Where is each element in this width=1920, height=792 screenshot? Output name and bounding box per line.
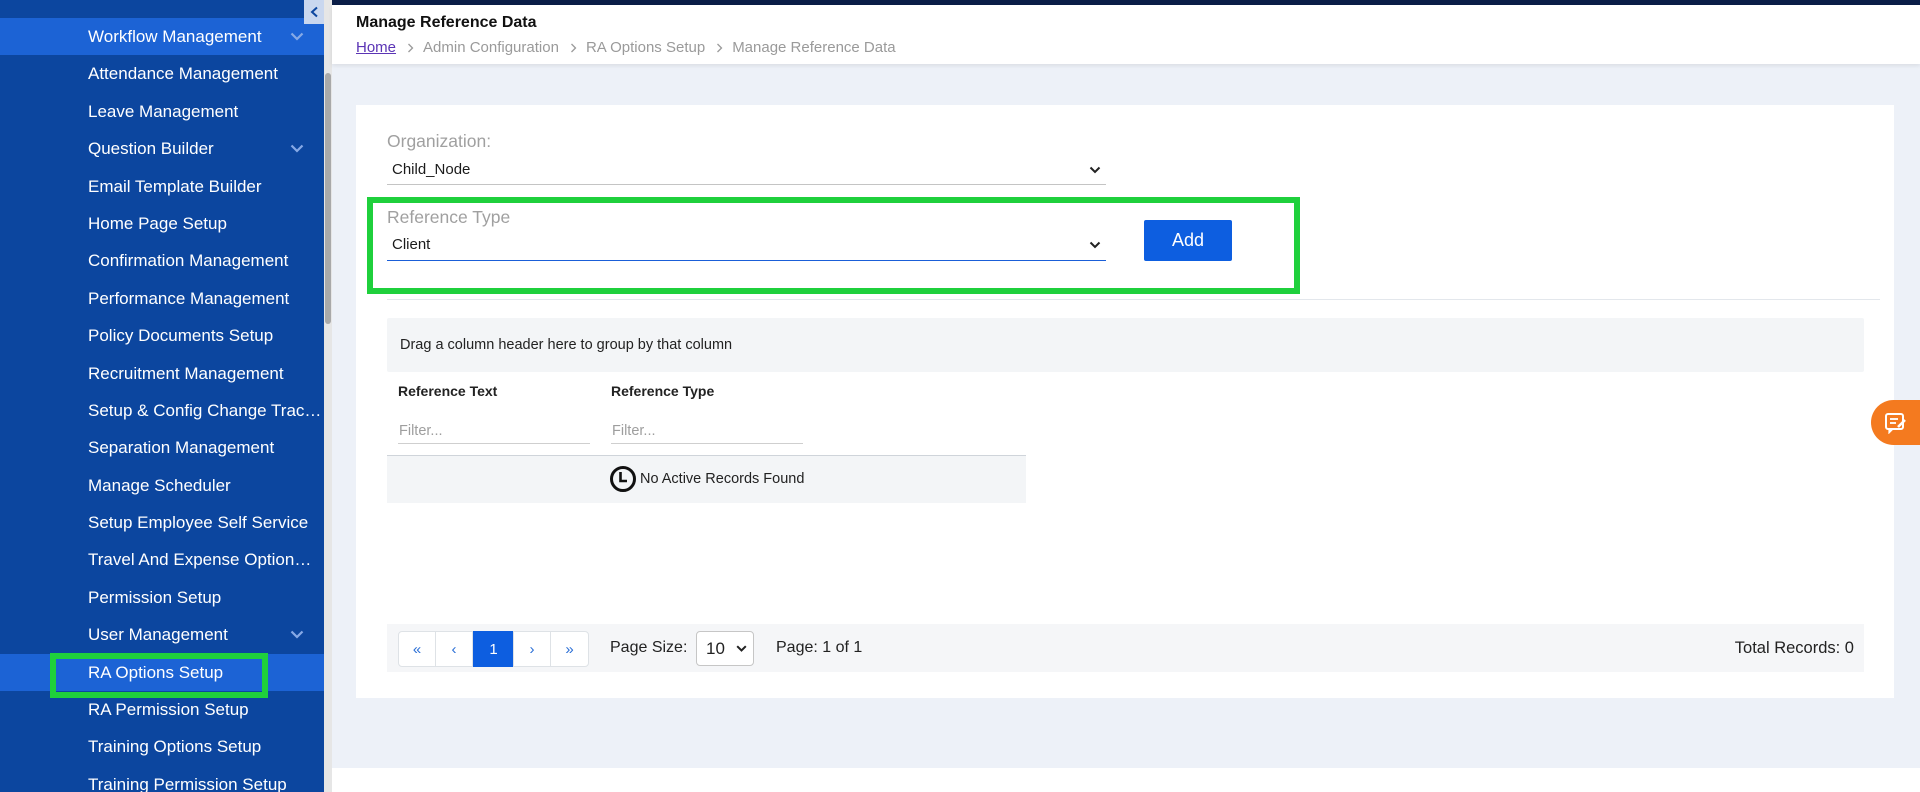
sidebar-item-setup-employee-self-service[interactable]: Setup Employee Self Service [0,504,324,541]
page-info: Page: 1 of 1 [776,639,863,656]
breadcrumb-current: Manage Reference Data [732,39,896,56]
feedback-button[interactable] [1871,400,1920,445]
pager-page-1-button[interactable]: 1 [473,631,514,667]
feedback-icon [1884,412,1906,434]
sidebar-item-travel-expense-options[interactable]: Travel And Expense Option… [0,541,324,578]
organization-label: Organization: [387,131,492,151]
chevron-right-icon [570,43,577,53]
reference-type-value: Client [392,236,431,253]
sidebar-item-ra-options-setup[interactable]: RA Options Setup [0,653,324,692]
sidebar-item-question-builder[interactable]: Question Builder [0,130,324,167]
chevron-down-icon [1089,241,1101,249]
chevron-right-icon [408,43,414,53]
sidebar-item-email-template-builder[interactable]: Email Template Builder [0,168,324,205]
no-records-text: No Active Records Found [640,471,805,487]
sidebar-item-label: Permission Setup [88,587,222,607]
sidebar-item-label: Performance Management [88,288,290,308]
no-records-row: No Active Records Found [387,456,1026,503]
chevron-down-icon [736,645,747,652]
sidebar-collapse-button[interactable] [304,0,324,24]
sidebar-item-ra-permission-setup[interactable]: RA Permission Setup [0,691,324,728]
filter-reference-type-input[interactable] [611,418,803,444]
organization-value: Child_Node [392,161,471,178]
sidebar-item-label: Confirmation Management [88,251,289,271]
chevron-left-icon [310,6,318,18]
sidebar-item-label: Training Permission Setup [88,774,287,792]
sidebar-item-label: RA Options Setup [88,662,224,682]
sidebar-item-setup-config-change-tracking[interactable]: Setup & Config Change Trac… [0,392,324,429]
sidebar-item-label: Leave Management [88,101,239,121]
sidebar-item-leave-management[interactable]: Leave Management [0,93,324,130]
sidebar: Workflow Management Attendance Managemen… [0,0,324,792]
sidebar-item-performance-management[interactable]: Performance Management [0,280,324,317]
sidebar-scrollbar[interactable] [324,0,332,792]
sidebar-item-label: Question Builder [88,139,214,159]
filter-reference-text-input[interactable] [398,418,590,444]
pager-next-button[interactable]: › [513,631,551,667]
sidebar-item-separation-management[interactable]: Separation Management [0,429,324,466]
sidebar-item-confirmation-management[interactable]: Confirmation Management [0,242,324,279]
sidebar-item-training-permission-setup[interactable]: Training Permission Setup [0,766,324,792]
sidebar-item-training-options-setup[interactable]: Training Options Setup [0,728,324,765]
reference-type-label: Reference Type [387,207,511,227]
sidebar-item-workflow-management[interactable]: Workflow Management [0,18,324,56]
pager-first-button[interactable]: « [398,631,436,667]
sidebar-item-policy-documents-setup[interactable]: Policy Documents Setup [0,317,324,354]
sidebar-item-home-page-setup[interactable]: Home Page Setup [0,205,324,242]
sidebar-item-label: Travel And Expense Option… [88,550,312,570]
total-records: Total Records: 0 [1734,639,1854,657]
column-header-reference-type[interactable]: Reference Type [611,382,714,400]
pager-prev-button[interactable]: ‹ [435,631,473,667]
sidebar-item-label: RA Permission Setup [88,700,249,720]
sidebar-item-attendance-management[interactable]: Attendance Management [0,55,324,92]
column-header-reference-text[interactable]: Reference Text [398,382,497,400]
sidebar-item-permission-setup[interactable]: Permission Setup [0,579,324,616]
chevron-down-icon [1089,166,1101,174]
organization-select[interactable]: Child_Node [387,156,1106,185]
chevron-right-icon [717,43,723,53]
page-size-label: Page Size: [610,639,688,656]
chevron-down-icon[interactable] [290,32,304,41]
page-size-select[interactable]: 10 [696,631,754,666]
sidebar-item-recruitment-management[interactable]: Recruitment Management [0,355,324,392]
chevron-down-icon[interactable] [290,630,304,639]
sidebar-item-label: Home Page Setup [88,213,227,233]
sidebar-item-label: Manage Scheduler [88,475,231,495]
sidebar-item-label: Separation Management [88,438,275,458]
grid-pager: « ‹ 1 › » Page Size: 10 Page: 1 of 1 Tot… [387,624,1864,672]
sidebar-item-manage-scheduler[interactable]: Manage Scheduler [0,467,324,504]
reference-data-card: Organization: Child_Node Reference Type … [356,105,1894,698]
chevron-down-icon[interactable] [290,144,304,153]
breadcrumb-item[interactable]: Admin Configuration [423,39,559,57]
breadcrumb: Home Admin Configuration RA Options Setu… [356,39,896,57]
breadcrumb-home-link[interactable]: Home [356,39,396,57]
sidebar-item-user-management[interactable]: User Management [0,616,324,653]
divider [387,299,1880,300]
sidebar-scrollbar-thumb[interactable] [325,73,331,324]
sidebar-nav: Workflow Management Attendance Managemen… [0,18,324,792]
page-header: Manage Reference Data Home Admin Configu… [332,5,1920,64]
sidebar-item-label: Setup & Config Change Trac… [88,400,322,420]
sidebar-item-label: User Management [88,625,228,645]
add-button[interactable]: Add [1144,220,1232,261]
page-title: Manage Reference Data [356,14,537,31]
sidebar-item-label: Attendance Management [88,64,278,84]
clock-icon [610,466,636,492]
grid-group-panel[interactable]: Drag a column header here to group by th… [387,318,1864,372]
breadcrumb-item[interactable]: RA Options Setup [586,39,705,57]
reference-type-select[interactable]: Client [387,231,1106,261]
sidebar-item-label: Recruitment Management [88,363,284,383]
sidebar-item-label: Workflow Management [88,27,262,46]
group-panel-text: Drag a column header here to group by th… [400,337,733,353]
sidebar-item-label: Setup Employee Self Service [88,513,309,533]
pager-last-button[interactable]: » [550,631,589,667]
page-size-value: 10 [706,639,725,658]
sidebar-item-label: Policy Documents Setup [88,326,274,346]
sidebar-item-label: Training Options Setup [88,737,262,757]
sidebar-item-label: Email Template Builder [88,176,262,196]
